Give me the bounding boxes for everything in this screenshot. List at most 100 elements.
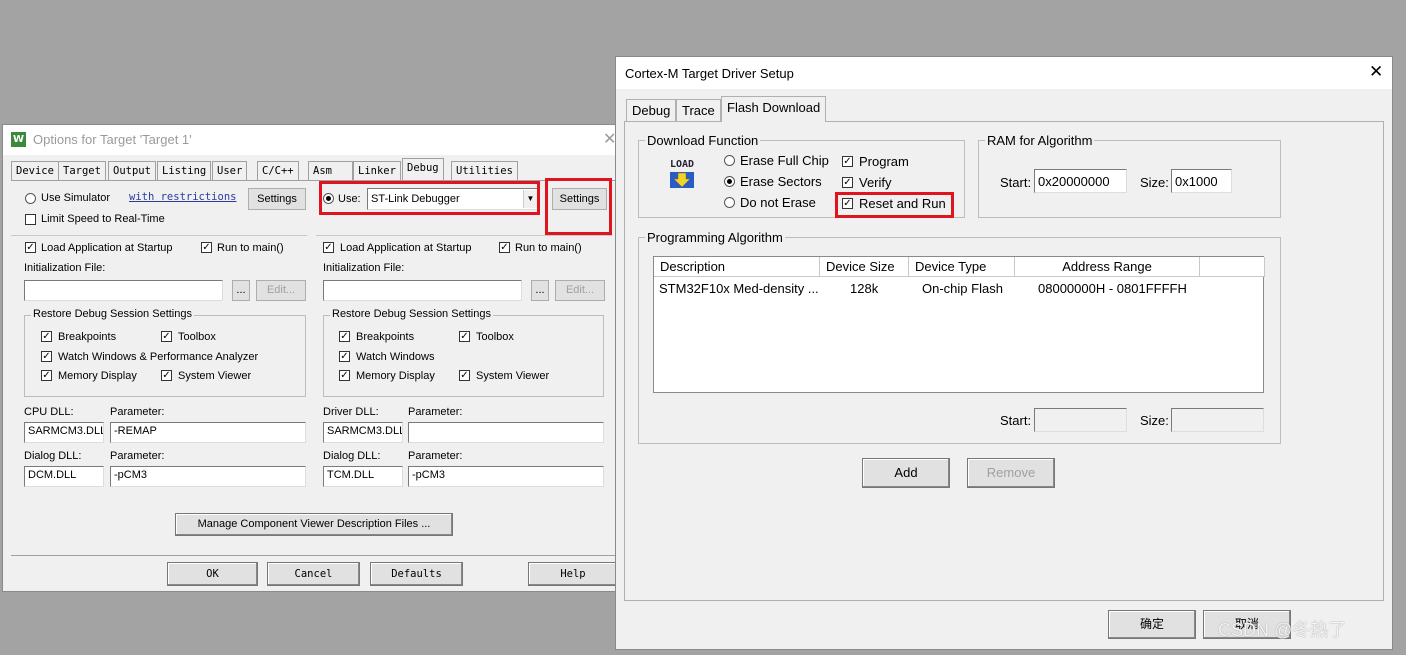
dialog-dll-input[interactable]: TCM.DLL <box>323 466 403 487</box>
column-header-filler <box>1200 257 1265 277</box>
cortex-dialog-title: Cortex-M Target Driver Setup <box>625 66 794 81</box>
breakpoints-checkbox-checked[interactable]: ✓ <box>339 331 350 342</box>
cpu-dll-input[interactable]: SARMCM3.DLL <box>24 422 104 443</box>
init-file-input[interactable] <box>24 280 223 301</box>
tab-c-cpp[interactable]: C/C++ <box>257 161 299 180</box>
with-restrictions-link[interactable]: with restrictions <box>129 191 236 203</box>
tab-device[interactable]: Device <box>11 161 59 180</box>
tab-debug[interactable]: Debug <box>626 99 677 121</box>
run-to-main-checkbox-checked[interactable]: ✓ <box>201 242 212 253</box>
init-file-label: Initialization File: <box>323 262 405 274</box>
ok-button[interactable]: OK <box>167 562 258 586</box>
row-device-type: On-chip Flash <box>922 281 1003 296</box>
browse-button[interactable]: ... <box>531 280 549 301</box>
separator <box>11 235 307 236</box>
help-button[interactable]: Help <box>528 562 618 586</box>
verify-checkbox-checked[interactable]: ✓ <box>842 177 853 188</box>
ram-size-input[interactable]: 0x1000 <box>1171 169 1232 193</box>
erase-sectors-label: Erase Sectors <box>740 174 822 189</box>
system-viewer-label: System Viewer <box>178 370 252 382</box>
row-description: STM32F10x Med-density ... <box>659 281 819 296</box>
system-viewer-checkbox-checked[interactable]: ✓ <box>459 370 470 381</box>
browse-button[interactable]: ... <box>232 280 250 301</box>
erase-sectors-radio[interactable] <box>724 176 735 187</box>
algorithm-table[interactable]: Description Device Size Device Type Addr… <box>653 256 1265 393</box>
tab-debug[interactable]: Debug <box>402 158 444 180</box>
remove-button[interactable]: Remove <box>967 458 1055 488</box>
load-icon-text: LOAD <box>669 159 695 170</box>
row-device-size: 128k <box>850 281 879 296</box>
breakpoints-label: Breakpoints <box>356 331 415 343</box>
watch-windows-checkbox-checked[interactable]: ✓ <box>41 351 52 362</box>
tab-asm[interactable]: Asm <box>308 161 353 180</box>
cancel-button[interactable]: Cancel <box>267 562 360 586</box>
column-header-description[interactable]: Description <box>654 257 820 277</box>
tab-utilities[interactable]: Utilities <box>451 161 518 180</box>
use-simulator-radio[interactable] <box>25 193 36 204</box>
run-to-main-checkbox-checked[interactable]: ✓ <box>499 242 510 253</box>
separator <box>316 235 612 236</box>
table-row[interactable]: STM32F10x Med-density ... 128k On-chip F… <box>654 278 1263 298</box>
column-header-device-type[interactable]: Device Type <box>909 257 1015 277</box>
breakpoints-label: Breakpoints <box>58 331 117 343</box>
dialog-dll-label: Dialog DLL: <box>24 450 82 462</box>
edit-button[interactable]: Edit... <box>555 280 605 301</box>
system-viewer-label: System Viewer <box>476 370 550 382</box>
algo-start-input[interactable] <box>1034 408 1127 432</box>
tab-trace[interactable]: Trace <box>676 99 721 121</box>
options-titlebar: W Options for Target 'Target 1' ✕ <box>3 125 619 155</box>
toolbox-label: Toolbox <box>178 331 216 343</box>
dialog-parameter-input[interactable]: -pCM3 <box>408 466 604 487</box>
watch-windows-checkbox-checked[interactable]: ✓ <box>339 351 350 362</box>
memory-display-checkbox-checked[interactable]: ✓ <box>41 370 52 381</box>
options-for-target-dialog: W Options for Target 'Target 1' ✕ Device… <box>2 124 620 592</box>
confirm-ok-button[interactable]: 确定 <box>1108 610 1196 639</box>
tab-listing[interactable]: Listing <box>157 161 212 180</box>
cpu-dll-label: CPU DLL: <box>24 406 74 418</box>
breakpoints-checkbox-checked[interactable]: ✓ <box>41 331 52 342</box>
toolbox-label: Toolbox <box>476 331 514 343</box>
erase-full-chip-label: Erase Full Chip <box>740 153 829 168</box>
close-icon[interactable]: ✕ <box>1369 62 1383 82</box>
add-button[interactable]: Add <box>862 458 950 488</box>
edit-button[interactable]: Edit... <box>256 280 306 301</box>
toolbox-checkbox-checked[interactable]: ✓ <box>459 331 470 342</box>
tab-user[interactable]: User <box>212 161 248 180</box>
defaults-button[interactable]: Defaults <box>370 562 463 586</box>
dialog-parameter-input[interactable]: -pCM3 <box>110 466 306 487</box>
memory-display-checkbox-checked[interactable]: ✓ <box>339 370 350 381</box>
load-app-checkbox-checked[interactable]: ✓ <box>323 242 334 253</box>
keil-app-icon: W <box>11 132 26 147</box>
algo-start-label: Start: <box>1000 413 1032 428</box>
erase-full-chip-radio[interactable] <box>724 155 735 166</box>
algo-size-input[interactable] <box>1171 408 1264 432</box>
tab-flash-download[interactable]: Flash Download <box>721 96 827 122</box>
driver-parameter-input[interactable] <box>408 422 604 443</box>
program-checkbox-checked[interactable]: ✓ <box>842 156 853 167</box>
ram-size-label: Size: <box>1140 175 1169 190</box>
tab-linker[interactable]: Linker <box>353 161 401 180</box>
driver-dll-input[interactable]: SARMCM3.DLL <box>323 422 403 443</box>
system-viewer-checkbox-checked[interactable]: ✓ <box>161 370 172 381</box>
tab-output[interactable]: Output <box>108 161 156 180</box>
column-header-device-size[interactable]: Device Size <box>820 257 909 277</box>
dialog-dll-input[interactable]: DCM.DLL <box>24 466 104 487</box>
csdn-watermark: CSDN @冬热了 <box>1218 620 1347 640</box>
toolbox-checkbox-checked[interactable]: ✓ <box>161 331 172 342</box>
use-simulator-label: Use Simulator <box>41 192 111 204</box>
cortex-titlebar: Cortex-M Target Driver Setup ✕ <box>616 57 1392 89</box>
manage-component-viewer-button[interactable]: Manage Component Viewer Description File… <box>175 513 453 536</box>
simulator-settings-button[interactable]: Settings <box>248 188 306 210</box>
restore-session-title: Restore Debug Session Settings <box>330 308 493 320</box>
programming-algorithm-title: Programming Algorithm <box>645 230 785 245</box>
limit-speed-checkbox[interactable] <box>25 214 36 225</box>
settings-highlight-box <box>545 178 612 235</box>
column-header-address-range[interactable]: Address Range <box>1015 257 1200 277</box>
ram-start-input[interactable]: 0x20000000 <box>1034 169 1127 193</box>
cpu-parameter-input[interactable]: -REMAP <box>110 422 306 443</box>
do-not-erase-radio[interactable] <box>724 197 735 208</box>
cpu-parameter-label: Parameter: <box>110 406 165 418</box>
init-file-input[interactable] <box>323 280 522 301</box>
tab-target[interactable]: Target <box>58 161 106 180</box>
load-app-checkbox-checked[interactable]: ✓ <box>25 242 36 253</box>
